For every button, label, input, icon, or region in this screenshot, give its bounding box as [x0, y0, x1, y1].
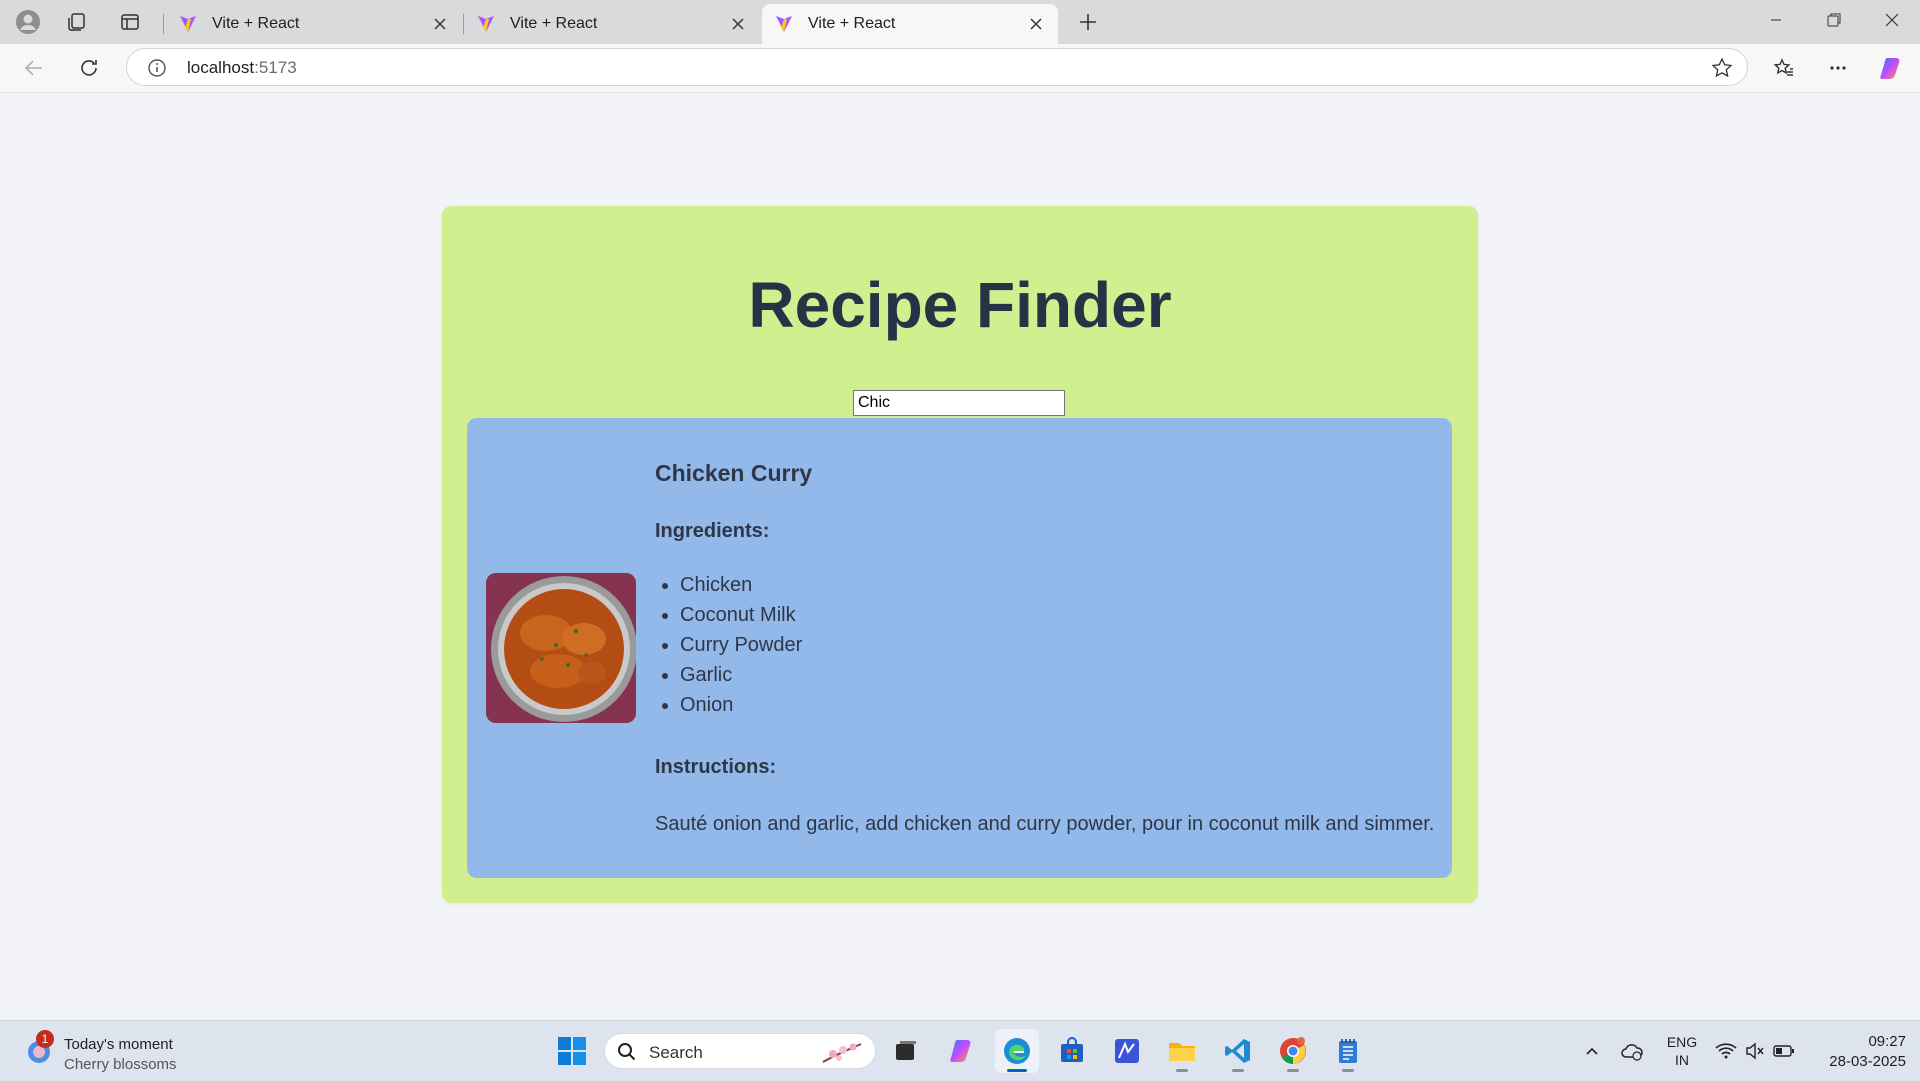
tab-2[interactable]: Vite + React	[464, 4, 760, 44]
site-info-icon[interactable]	[147, 58, 167, 78]
taskbar: 1 Today's moment Cherry blossoms Search	[0, 1020, 1920, 1081]
windows-start-icon	[558, 1037, 586, 1065]
new-tab-icon[interactable]	[1070, 6, 1106, 38]
favorite-star-icon[interactable]	[1711, 57, 1733, 79]
recipe-image	[486, 573, 636, 723]
vite-favicon-icon	[776, 16, 792, 32]
running-indicator	[1342, 1069, 1354, 1072]
task-view-button[interactable]	[884, 1029, 928, 1073]
clock-time: 09:27	[1868, 1033, 1906, 1050]
copilot-icon[interactable]	[1874, 52, 1910, 84]
search-icon	[618, 1043, 636, 1061]
volume-muted-icon	[1746, 1042, 1764, 1060]
collections-icon[interactable]	[59, 6, 95, 38]
tab-separator	[163, 14, 164, 34]
taskbar-search[interactable]: Search	[604, 1033, 876, 1069]
battery-icon	[1773, 1045, 1794, 1057]
chrome-icon	[1280, 1037, 1306, 1064]
edge-icon	[1004, 1038, 1030, 1064]
minimize-icon[interactable]	[1748, 0, 1804, 40]
ingredient-item: Onion	[680, 690, 802, 720]
language-indicator[interactable]: ENG IN	[1660, 1033, 1704, 1069]
profile-icon[interactable]	[10, 6, 46, 38]
cloud-sync-icon	[1621, 1044, 1643, 1061]
close-tab-icon[interactable]	[430, 14, 450, 34]
page-title: Recipe Finder	[748, 269, 1172, 341]
close-tab-icon[interactable]	[728, 14, 748, 34]
ingredient-item: Garlic	[680, 660, 802, 690]
widgets-button[interactable]: 1 Today's moment Cherry blossoms	[24, 1030, 244, 1073]
folder-icon	[1169, 1043, 1195, 1061]
copilot-app[interactable]	[940, 1029, 984, 1073]
ingredients-heading: Ingredients:	[655, 520, 770, 542]
recipe-name: Chicken Curry	[655, 460, 813, 486]
close-tab-icon[interactable]	[1026, 14, 1046, 34]
back-icon[interactable]	[16, 52, 52, 84]
quick-settings-tray[interactable]	[1710, 1029, 1800, 1073]
wifi-icon	[1715, 1043, 1737, 1059]
url-text: localhost:5173	[187, 58, 297, 78]
tab-actions-icon[interactable]	[112, 6, 148, 38]
cherry-blossom-icon	[822, 1043, 862, 1063]
address-bar[interactable]: localhost:5173	[126, 48, 1748, 86]
search-label: Search	[649, 1043, 703, 1062]
notification-badge: 1	[36, 1030, 54, 1048]
favorites-icon[interactable]	[1766, 52, 1802, 84]
tab-title: Vite + React	[808, 15, 896, 32]
chevron-up-icon	[1586, 1047, 1598, 1055]
chrome-app[interactable]	[1271, 1029, 1315, 1073]
widget-title: Today's moment	[64, 1036, 173, 1053]
url-host: localhost	[187, 58, 255, 77]
notepad-icon	[1339, 1039, 1357, 1063]
copilot-app-icon	[950, 1040, 971, 1062]
tab-strip: Vite + React Vite + React Vite + React	[0, 0, 1920, 44]
start-button[interactable]	[550, 1029, 594, 1073]
notepad-app[interactable]	[1326, 1029, 1370, 1073]
vscode-icon	[1225, 1039, 1250, 1063]
language-code: ENG	[1666, 1034, 1698, 1050]
store-app[interactable]	[1050, 1029, 1094, 1073]
tab-1[interactable]: Vite + React	[166, 4, 462, 44]
page-viewport: Recipe Finder Chic Chicken Curry Ingredi…	[4, 93, 1916, 1017]
running-indicator	[1007, 1069, 1027, 1072]
instructions-heading: Instructions:	[655, 756, 777, 778]
running-indicator	[1176, 1069, 1188, 1072]
region-code: IN	[1675, 1052, 1689, 1068]
browser-toolbar: localhost:5173	[0, 44, 1920, 93]
editor-app[interactable]	[1105, 1029, 1149, 1073]
store-icon	[1061, 1037, 1083, 1062]
refresh-icon[interactable]	[71, 52, 107, 84]
tab-title: Vite + React	[212, 15, 300, 32]
more-options-icon[interactable]	[1820, 52, 1856, 84]
tab-3-active[interactable]: Vite + React	[762, 4, 1058, 44]
clock-date: 28-03-2025	[1829, 1053, 1906, 1070]
running-indicator	[1232, 1069, 1244, 1072]
vscode-app[interactable]	[1216, 1029, 1260, 1073]
instructions-text: Sauté onion and garlic, add chicken and …	[655, 813, 1435, 835]
edge-app[interactable]	[995, 1029, 1039, 1073]
file-explorer-app[interactable]	[1160, 1029, 1204, 1073]
url-port: :5173	[254, 58, 297, 77]
vite-favicon-icon	[180, 16, 196, 32]
clock[interactable]: 09:27 28-03-2025	[1806, 1032, 1906, 1072]
ingredient-item: Coconut Milk	[680, 600, 802, 630]
ingredient-item: Curry Powder	[680, 630, 802, 660]
ingredients-list: Chicken Coconut Milk Curry Powder Garlic…	[655, 570, 802, 720]
onedrive-tray[interactable]	[1612, 1029, 1652, 1073]
recipe-card: Chicken Curry Ingredients: Chicken Cocon…	[467, 418, 1452, 878]
app-container: Recipe Finder Chic Chicken Curry Ingredi…	[442, 206, 1478, 903]
tab-title: Vite + React	[510, 15, 598, 32]
math-editor-icon	[1115, 1039, 1139, 1063]
close-window-icon[interactable]	[1864, 0, 1920, 40]
widget-subtitle: Cherry blossoms	[64, 1056, 177, 1073]
task-view-icon	[896, 1041, 916, 1060]
search-input[interactable]	[853, 390, 1065, 416]
restore-icon[interactable]	[1806, 0, 1862, 40]
show-hidden-icons-button[interactable]	[1572, 1029, 1612, 1073]
ingredient-item: Chicken	[680, 570, 802, 600]
running-indicator	[1287, 1069, 1299, 1072]
vite-favicon-icon	[478, 16, 494, 32]
